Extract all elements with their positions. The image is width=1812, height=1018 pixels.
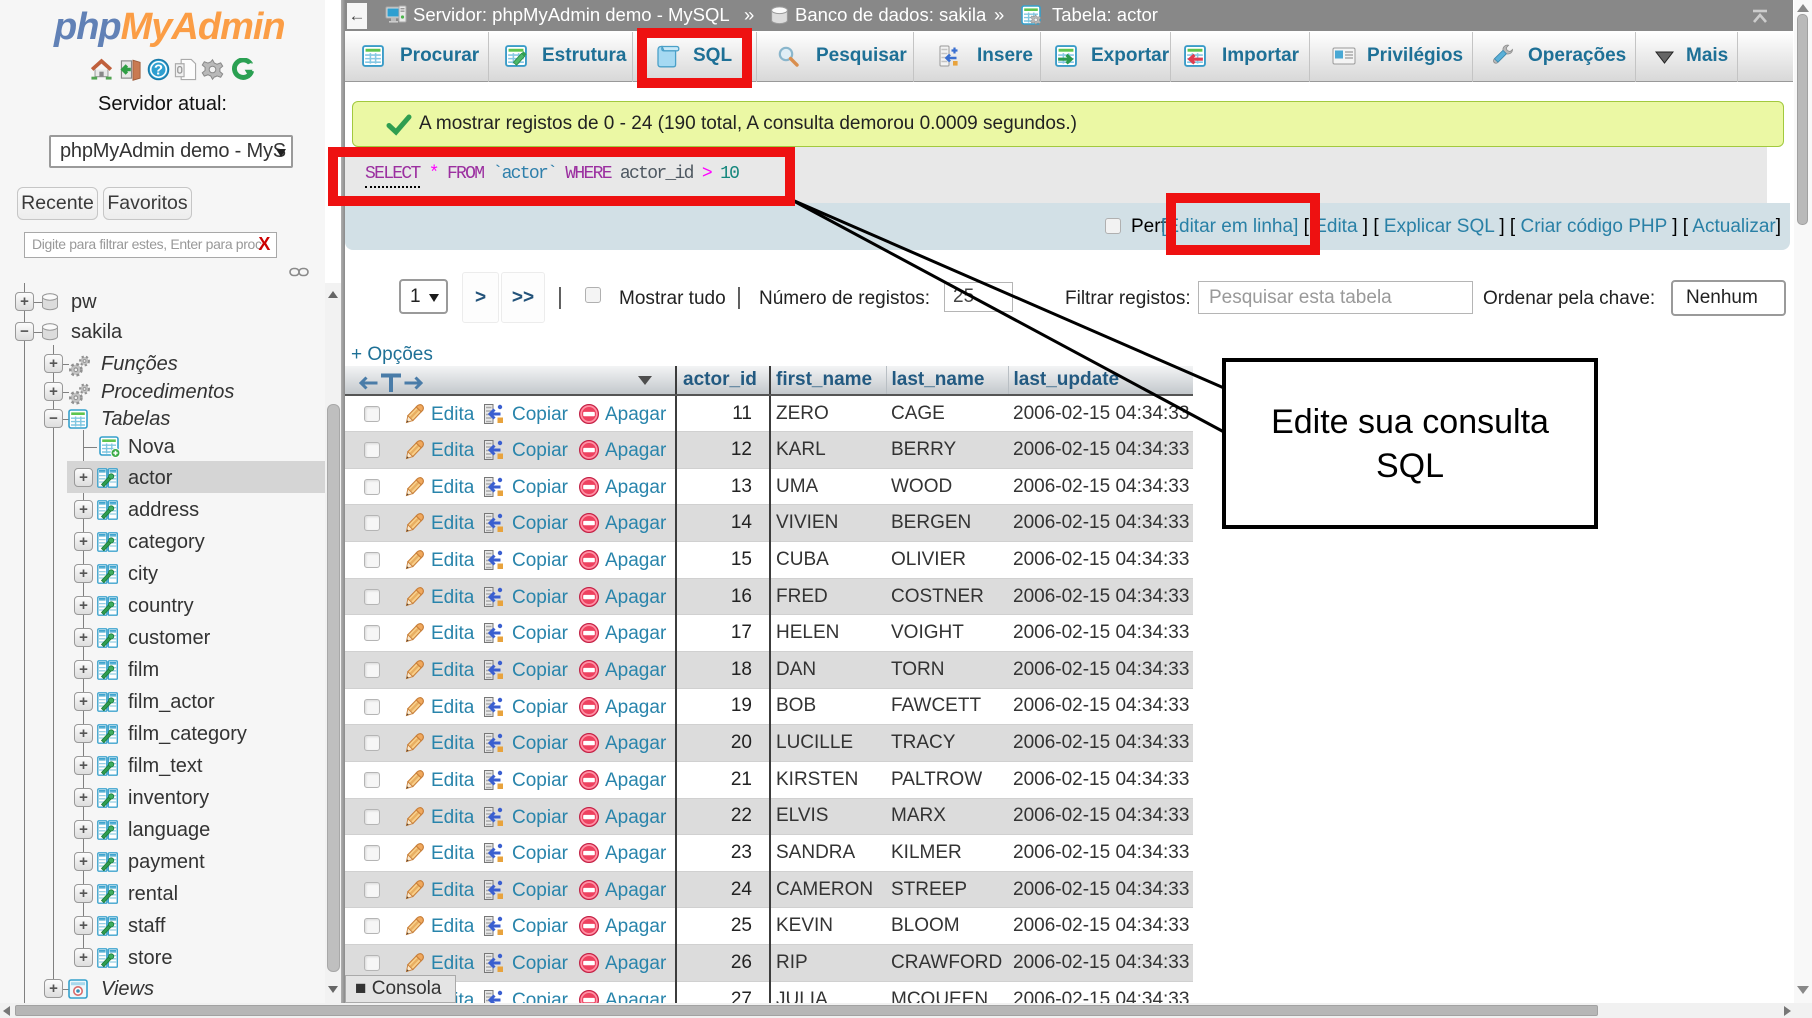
svg-text:?: ? <box>154 62 163 79</box>
